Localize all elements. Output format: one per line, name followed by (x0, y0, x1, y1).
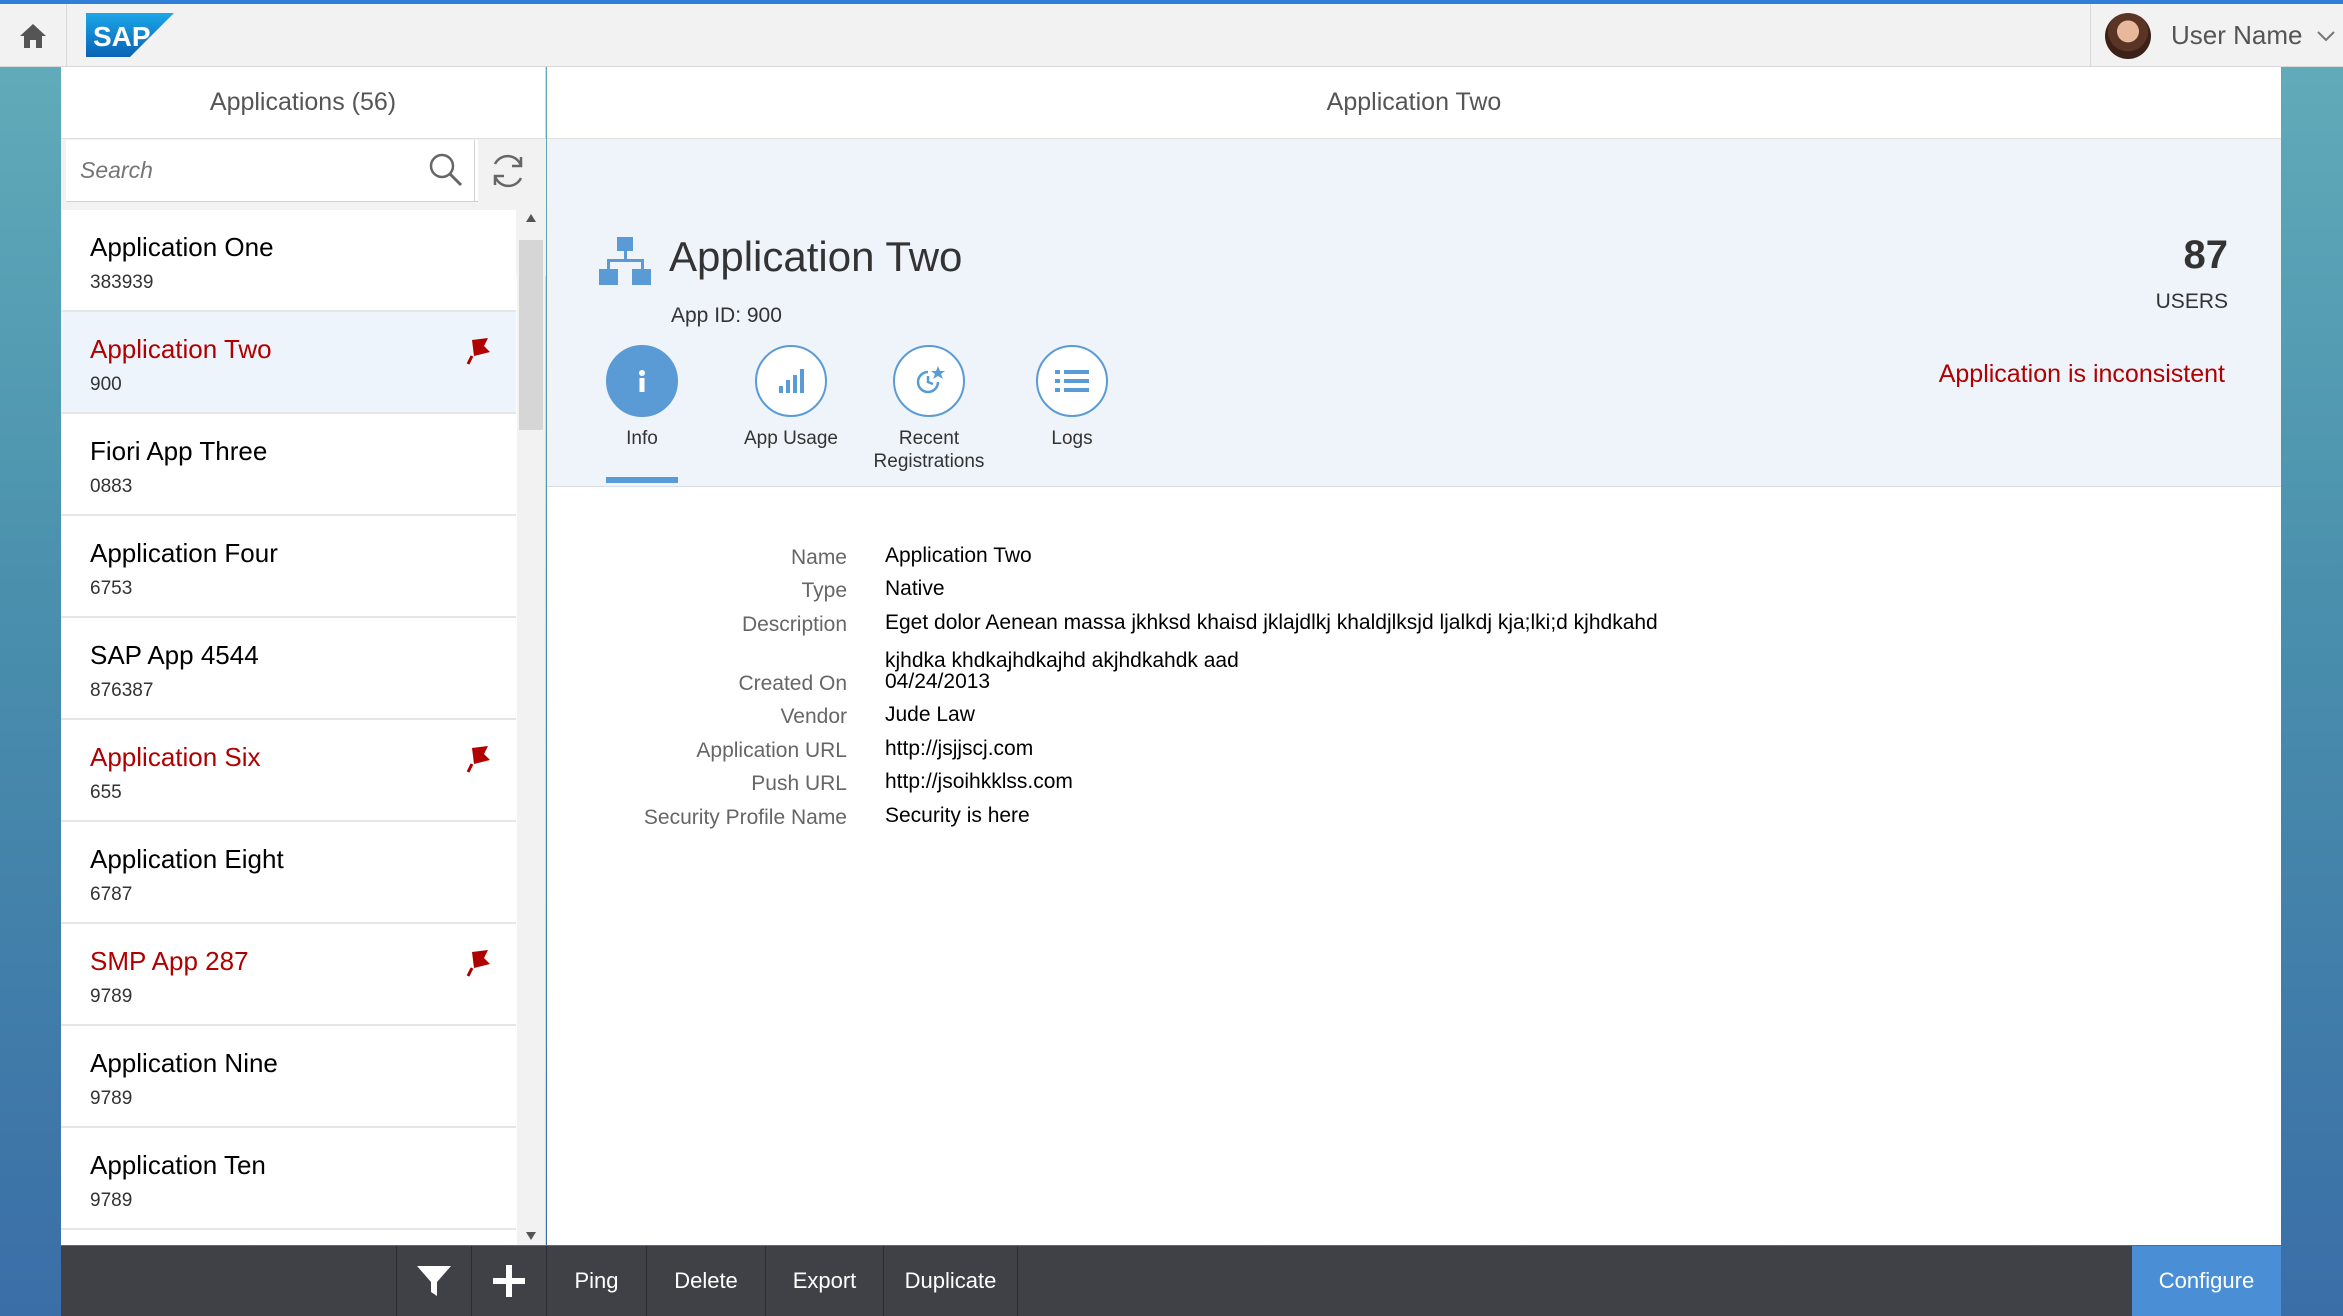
plus-icon (493, 1265, 525, 1297)
list-item[interactable]: Fiori App Three 0883 (61, 414, 516, 516)
bar-chart-icon (779, 369, 804, 393)
avatar (2105, 12, 2151, 59)
flag-icon (466, 950, 490, 977)
active-tab-indicator (606, 477, 678, 483)
registrations-icon (916, 366, 945, 394)
tab-info[interactable]: Info (567, 345, 717, 450)
form-label: Type (801, 579, 847, 602)
detail-header: Application Two (547, 67, 2281, 139)
form-label: Application URL (696, 739, 847, 762)
list-item-title: Application Eight (90, 844, 284, 874)
ping-button[interactable]: Ping (546, 1246, 646, 1316)
list-item-id: 9789 (90, 1190, 133, 1211)
form-label: Created On (738, 672, 847, 695)
master-header: Applications (56) (61, 67, 545, 139)
scroll-thumb[interactable] (519, 240, 543, 430)
list-item[interactable]: Application Ten 9789 (61, 1128, 516, 1230)
configure-button[interactable]: Configure (2132, 1246, 2281, 1316)
list-item[interactable]: Application One 383939 (61, 210, 516, 312)
object-app-id: App ID: 900 (671, 304, 782, 327)
form-value: Security is here (885, 804, 1030, 827)
form-label: Description (741, 613, 847, 636)
tab-label: Info (626, 428, 658, 449)
list-item[interactable]: Application Six 655 (61, 720, 516, 822)
form-label: Vendor (780, 705, 847, 728)
filter-button[interactable] (396, 1246, 471, 1316)
home-button[interactable] (0, 4, 67, 67)
form-label: Name (790, 546, 847, 569)
list-item-title: Fiori App Three (90, 436, 268, 466)
users-unit: USERS (2155, 290, 2228, 313)
list-item-title: Application Nine (90, 1048, 278, 1078)
list-item-title: Application Four (90, 538, 278, 568)
detail-panel: Application Two Application Two App ID: … (547, 67, 2281, 1245)
list-item-title: Application Two (90, 334, 272, 364)
info-icon (639, 370, 645, 392)
flag-icon (466, 746, 490, 773)
hierarchy-icon (599, 237, 651, 285)
tab-app-usage[interactable]: App Usage (716, 345, 866, 450)
list-item[interactable]: SMP App 287 9789 (61, 924, 516, 1026)
list-item-id: 0883 (90, 476, 133, 497)
refresh-button[interactable] (474, 140, 540, 202)
list-item-id: 9789 (90, 986, 133, 1007)
search-icon[interactable] (428, 152, 464, 188)
form-value: Native (885, 577, 945, 600)
search-input[interactable] (80, 157, 410, 184)
list-item-id: 655 (90, 782, 122, 803)
list-item-title: Application Six (90, 742, 261, 772)
form-label: Push URL (751, 772, 847, 795)
tab-logs[interactable]: Logs (997, 345, 1147, 450)
footer-toolbar: Ping Delete Export Duplicate Configure (61, 1246, 2281, 1316)
filter-icon (417, 1266, 451, 1296)
form-label: Security Profile Name (643, 806, 847, 829)
delete-button[interactable]: Delete (646, 1246, 765, 1316)
list-item[interactable]: Application Eight 6787 (61, 822, 516, 924)
list-item[interactable]: Application Nine 9789 (61, 1026, 516, 1128)
list-item-id: 876387 (90, 680, 154, 701)
scroll-up-icon[interactable] (526, 214, 536, 222)
home-icon (20, 23, 46, 48)
list-item-id: 9789 (90, 1088, 133, 1109)
refresh-icon (493, 154, 522, 188)
sap-logo: SAP (86, 13, 174, 57)
status-text: Application is inconsistent (1938, 360, 2225, 388)
list-item[interactable]: SAP App 4544 876387 (61, 618, 516, 720)
list-item-id: 6753 (90, 578, 133, 599)
list-item-id: 6787 (90, 884, 133, 905)
duplicate-button[interactable]: Duplicate (883, 1246, 1018, 1316)
list-scrollbar[interactable] (517, 210, 545, 1245)
search-field[interactable] (66, 140, 478, 202)
list-icon (1055, 370, 1089, 392)
users-count: 87 (2183, 233, 2229, 277)
list-item[interactable]: Application Two 900 (61, 312, 516, 414)
application-list: Application One 383939 Application Two 9… (61, 210, 516, 1245)
object-title: Application Two (669, 233, 963, 280)
scroll-down-icon[interactable] (526, 1232, 536, 1240)
shell-bar: SAP User Name (0, 0, 2343, 67)
user-menu[interactable]: User Name (2090, 4, 2343, 67)
list-item-title: SMP App 287 (90, 946, 249, 976)
master-panel: Applications (56) Application One 383939… (61, 67, 546, 1245)
icon-tab-bar: Info App Usage Recent Registrations Logs (547, 345, 1347, 487)
list-item-title: SAP App 4544 (90, 640, 259, 670)
tab-label: App Usage (743, 428, 838, 449)
list-item-id: 900 (90, 374, 122, 395)
export-button[interactable]: Export (765, 1246, 883, 1316)
tab-label: Recent Registrations (873, 428, 985, 472)
tab-recent-registrations[interactable]: Recent Registrations (854, 345, 1004, 473)
list-item-title: Application Ten (90, 1150, 266, 1180)
add-button[interactable] (471, 1246, 546, 1316)
flag-icon (466, 338, 490, 365)
list-item-title: Application One (90, 232, 274, 262)
list-item[interactable]: Application Four 6753 (61, 516, 516, 618)
list-item-id: 383939 (90, 272, 154, 293)
form-value: Jude Law (885, 703, 975, 726)
sap-logo-text: SAP (93, 21, 151, 52)
form-value: http://jsoihkklss.com (885, 770, 1073, 793)
chevron-down-icon (2317, 30, 2336, 41)
tab-label: Logs (1051, 428, 1093, 449)
user-name: User Name (2171, 20, 2303, 50)
